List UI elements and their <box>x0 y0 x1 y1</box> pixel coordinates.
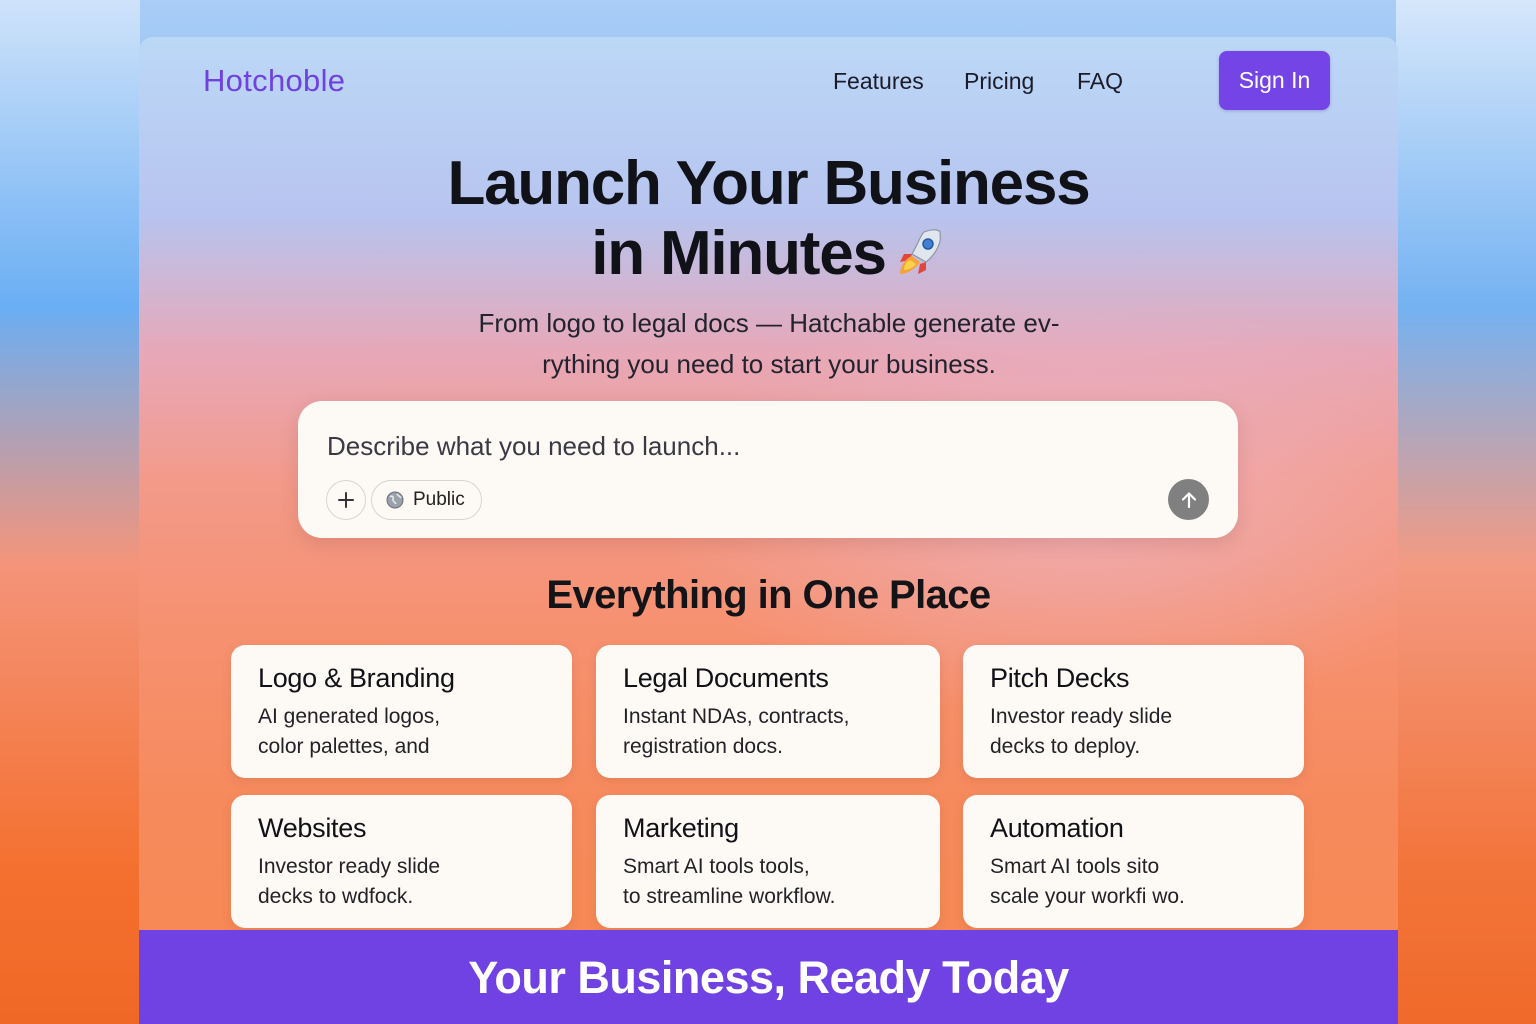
rocket-icon <box>890 224 946 280</box>
background-left <box>0 0 140 1024</box>
feature-card-marketing[interactable]: Marketing Smart AI tools tools, to strea… <box>596 795 940 928</box>
card-description: Investor ready slide decks to deploy. <box>990 705 1173 758</box>
card-description: Investor ready slide decks to wdfock. <box>258 855 441 908</box>
card-description: Instant NDAs, contracts, registration do… <box>623 705 850 758</box>
prompt-box[interactable]: Describe what you need to launch... Publ… <box>298 401 1238 538</box>
card-title: Logo & Branding <box>258 663 455 693</box>
card-title: Legal Documents <box>623 663 829 693</box>
hero-title-line1: Launch Your Business <box>447 149 1090 218</box>
nav-link-pricing[interactable]: Pricing <box>964 68 1034 95</box>
feature-card-legal-documents[interactable]: Legal Documents Instant NDAs, contracts,… <box>596 645 940 778</box>
globe-icon <box>386 491 404 509</box>
features-title: Everything in One Place <box>546 573 991 617</box>
card-description: Smart AI tools tools, to streamline work… <box>623 855 836 908</box>
card-title: Marketing <box>623 813 739 843</box>
visibility-label: Public <box>413 489 465 510</box>
sign-in-button[interactable]: Sign In <box>1219 51 1330 110</box>
send-button[interactable] <box>1168 479 1209 520</box>
prompt-input[interactable]: Describe what you need to launch... <box>327 431 740 462</box>
feature-card-websites[interactable]: Websites Investor ready slide decks to w… <box>231 795 572 928</box>
top-nav: Hotchoble Features Pricing FAQ Sign In <box>139 37 1398 127</box>
hero-title-line2: in Minutes <box>591 219 887 288</box>
feature-card-logo-branding[interactable]: Logo & Branding AI generated logos, colo… <box>231 645 572 778</box>
hero-subtitle-line1: From logo to legal docs — Hatchable gene… <box>478 308 1060 338</box>
brand-logo[interactable]: Hotchoble <box>203 63 345 99</box>
footer-title: Your Business, Ready Today <box>468 952 1069 1003</box>
background-right <box>1396 0 1536 1024</box>
feature-card-automation[interactable]: Automation Smart AI tools sito scale you… <box>963 795 1304 928</box>
hero-subtitle: From logo to legal docs — Hatchable gene… <box>439 303 1099 385</box>
arrow-up-icon <box>1181 491 1196 508</box>
card-title: Automation <box>990 813 1124 843</box>
nav-link-faq[interactable]: FAQ <box>1077 68 1123 95</box>
nav-link-features[interactable]: Features <box>833 68 924 95</box>
plus-icon <box>338 492 354 508</box>
card-title: Websites <box>258 813 367 843</box>
card-description: AI generated logos, color palettes, and <box>258 705 441 758</box>
add-button[interactable] <box>326 480 366 520</box>
hero-title: Launch Your Business in Minutes <box>139 149 1398 289</box>
hero-subtitle-line2: rything you need to start your business. <box>542 349 996 379</box>
feature-card-pitch-decks[interactable]: Pitch Decks Investor ready slide decks t… <box>963 645 1304 778</box>
card-title: Pitch Decks <box>990 663 1130 693</box>
landing-page: Hotchoble Features Pricing FAQ Sign In L… <box>139 37 1398 1024</box>
visibility-button[interactable]: Public <box>371 480 482 520</box>
footer-banner: Your Business, Ready Today <box>139 930 1398 1024</box>
card-description: Smart AI tools sito scale your workfi wo… <box>990 855 1185 908</box>
